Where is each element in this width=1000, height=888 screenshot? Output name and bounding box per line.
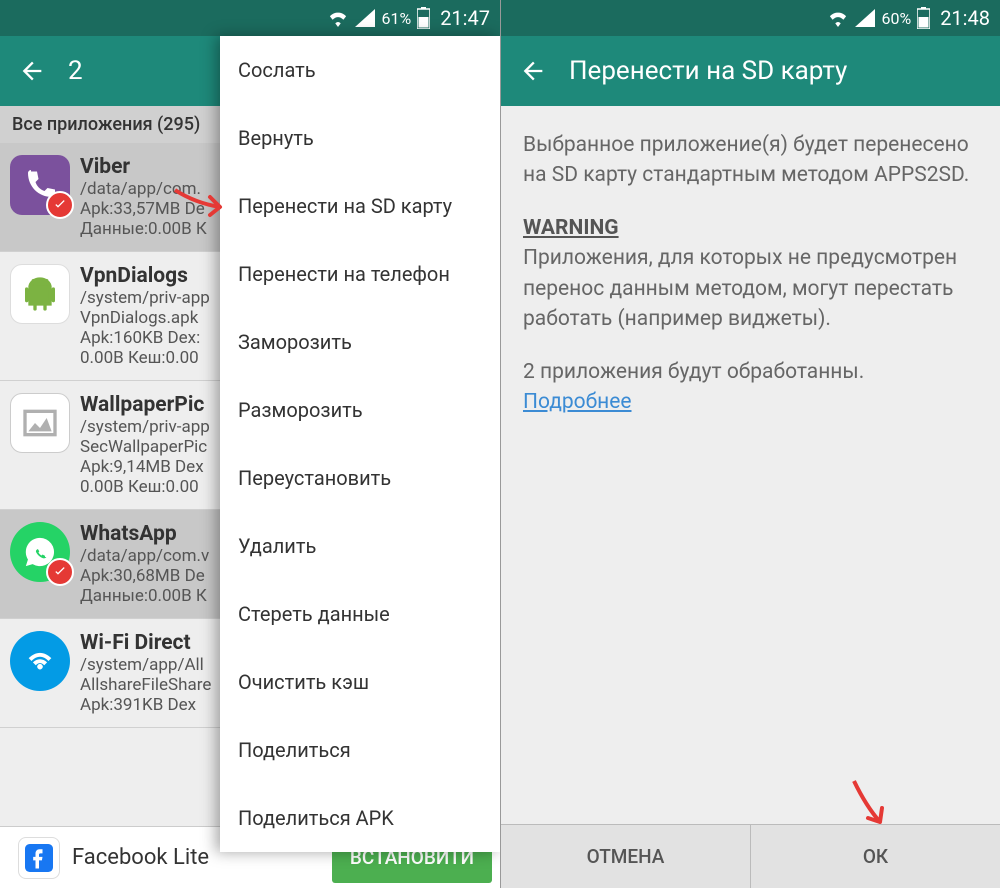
selected-count: 2 <box>68 56 83 86</box>
cancel-button[interactable]: ОТМЕНА <box>501 825 751 888</box>
ad-text[interactable]: Facebook Lite <box>72 845 209 870</box>
battery-icon <box>917 7 930 29</box>
context-menu: Сослать Вернуть Перенести на SD карту Пе… <box>220 36 500 852</box>
menu-unfreeze[interactable]: Разморозить <box>220 376 500 444</box>
battery-percent: 61% <box>381 9 411 28</box>
warning-label: WARNING <box>523 216 619 240</box>
clock: 21:47 <box>440 6 490 30</box>
annotation-arrow-icon <box>170 185 240 229</box>
button-bar: ОТМЕНА ОК <box>501 824 1000 888</box>
check-badge-icon <box>46 558 74 586</box>
menu-share[interactable]: Поделиться <box>220 716 500 784</box>
count-text: 2 приложения будут обработанны. <box>523 360 864 384</box>
page-title: Перенести на SD карту <box>569 56 847 86</box>
right-screen: 60% 21:48 Перенести на SD карту Выбранно… <box>500 0 1000 888</box>
battery-icon <box>417 7 430 29</box>
status-bar: 61% 21:47 <box>0 0 500 36</box>
menu-clear-cache[interactable]: Очистить кэш <box>220 648 500 716</box>
status-bar: 60% 21:48 <box>501 0 1000 36</box>
warning-text: Приложения, для которых не предусмотрен … <box>523 246 957 331</box>
menu-freeze[interactable]: Заморозить <box>220 308 500 376</box>
image-icon <box>10 393 70 453</box>
menu-link[interactable]: Сослать <box>220 36 500 104</box>
left-screen: 61% 21:47 2 Все приложения (295) Viber <box>0 0 500 888</box>
menu-delete[interactable]: Удалить <box>220 512 500 580</box>
menu-reinstall[interactable]: Переустановить <box>220 444 500 512</box>
menu-move-to-sd[interactable]: Перенести на SD карту <box>220 172 500 240</box>
app-bar: Перенести на SD карту <box>501 36 1000 106</box>
check-badge-icon <box>46 191 74 219</box>
wifidirect-icon <box>10 631 70 691</box>
menu-revert[interactable]: Вернуть <box>220 104 500 172</box>
menu-clear-data[interactable]: Стереть данные <box>220 580 500 648</box>
wifi-icon <box>827 9 849 27</box>
signal-icon <box>855 9 875 27</box>
clock: 21:48 <box>940 6 990 30</box>
menu-share-apk[interactable]: Поделиться APK <box>220 784 500 852</box>
info-text: Выбранное приложение(я) будет перенесено… <box>523 130 978 191</box>
android-icon <box>10 264 70 324</box>
annotation-arrow-icon <box>846 776 900 840</box>
dialog-content: Выбранное приложение(я) будет перенесено… <box>501 106 1000 464</box>
facebook-icon <box>18 837 60 879</box>
menu-move-to-phone[interactable]: Перенести на телефон <box>220 240 500 308</box>
battery-percent: 60% <box>881 9 911 28</box>
details-link[interactable]: Подробнее <box>523 390 632 414</box>
wifi-icon <box>327 9 349 27</box>
back-button[interactable] <box>519 57 547 85</box>
signal-icon <box>355 9 375 27</box>
back-button[interactable] <box>18 57 46 85</box>
